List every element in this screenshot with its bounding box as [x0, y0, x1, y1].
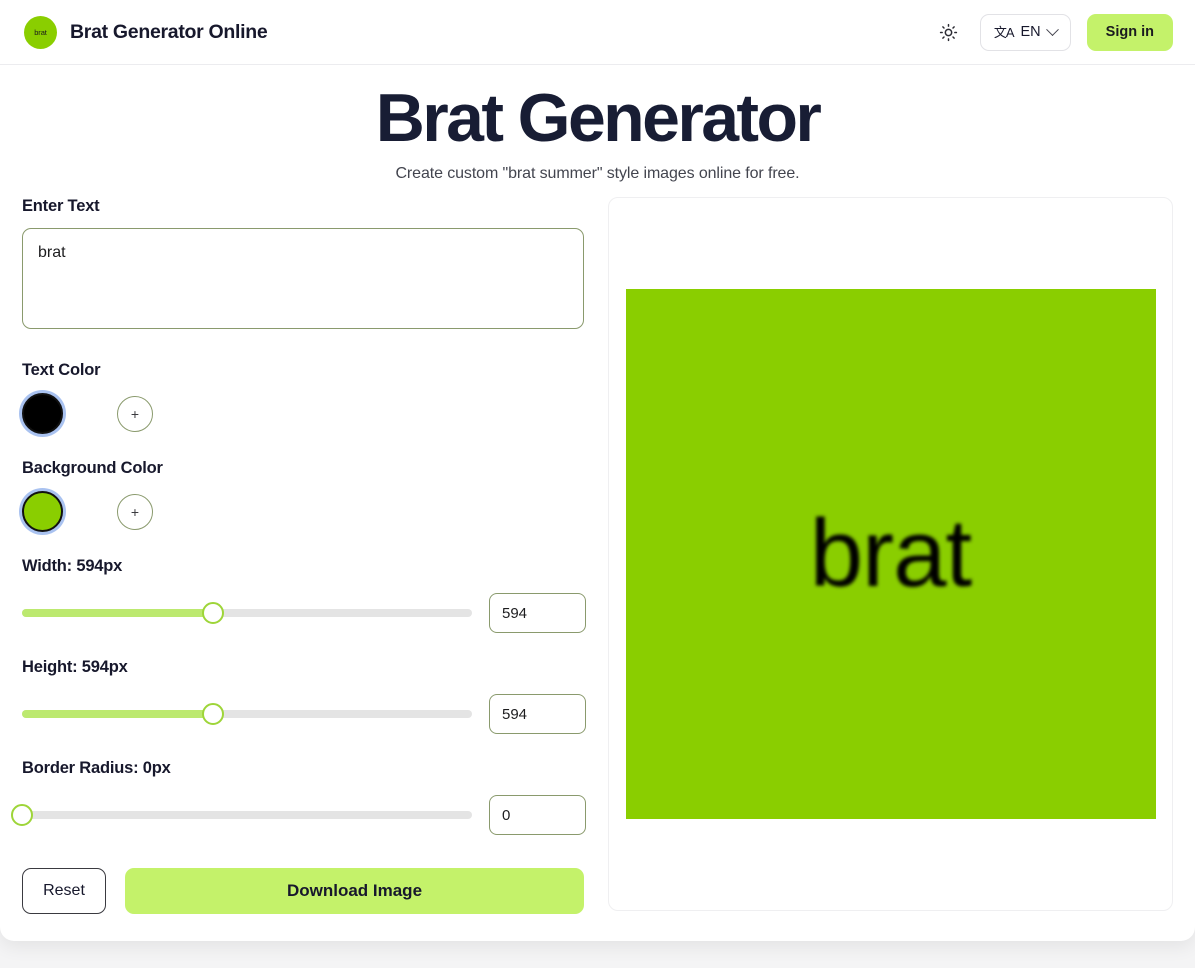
page-title: Brat Generator	[375, 80, 822, 156]
height-number-input[interactable]	[489, 694, 586, 735]
main-content: Enter Text Text Color + Background Color…	[0, 197, 1195, 940]
background-color-swatch[interactable]	[22, 491, 63, 533]
brat-logo-icon: brat	[24, 15, 57, 49]
width-slider-fill	[22, 609, 213, 618]
text-input[interactable]	[22, 228, 584, 330]
height-slider-fill	[22, 710, 213, 719]
header-actions: 文A EN Sign in	[934, 13, 1173, 51]
translate-icon: 文A	[993, 24, 1015, 40]
hero-section: Brat Generator Create custom "brat summe…	[0, 65, 1195, 197]
width-slider[interactable]	[22, 602, 472, 625]
text-color-swatch[interactable]	[22, 393, 63, 435]
page-subtitle: Create custom "brat summer" style images…	[395, 165, 800, 183]
brand-title: Brat Generator Online	[70, 20, 268, 43]
language-selector[interactable]: 文A EN	[979, 13, 1071, 51]
width-slider-thumb[interactable]	[201, 602, 224, 625]
border-radius-slider-row	[11, 795, 586, 836]
border-radius-label: Border Radius: 0px	[22, 759, 171, 778]
width-slider-row	[22, 593, 586, 634]
width-number-input[interactable]	[489, 593, 586, 634]
enter-text-label: Enter Text	[22, 197, 100, 216]
text-color-swatches: +	[22, 393, 584, 435]
border-radius-slider[interactable]	[11, 804, 472, 827]
download-image-button[interactable]: Download Image	[125, 868, 584, 915]
width-label: Width: 594px	[22, 557, 123, 576]
height-slider-thumb[interactable]	[201, 703, 224, 726]
add-text-color-button[interactable]: +	[117, 395, 153, 432]
preview-panel: brat	[608, 197, 1173, 912]
background-color-swatches: +	[22, 491, 584, 533]
width-group: Width: 594px	[22, 557, 586, 634]
border-radius-group: Border Radius: 0px	[11, 759, 586, 836]
logo-label: brat	[34, 27, 47, 37]
sun-icon	[940, 23, 958, 41]
bg-color-group: Background Color +	[22, 459, 584, 533]
brand[interactable]: brat Brat Generator Online	[24, 15, 268, 49]
chevron-down-icon	[1045, 22, 1059, 36]
app-header: brat Brat Generator Online 文A EN Sign in	[0, 0, 1195, 65]
add-background-color-button[interactable]: +	[117, 493, 153, 530]
text-color-label: Text Color	[22, 361, 101, 380]
height-slider-row	[22, 694, 586, 735]
controls-panel: Enter Text Text Color + Background Color…	[11, 197, 586, 915]
theme-toggle-button[interactable]	[934, 17, 964, 47]
brat-image-canvas[interactable]: brat	[625, 289, 1156, 820]
height-group: Height: 594px	[22, 658, 586, 735]
preview-card: brat	[608, 197, 1173, 912]
action-buttons: Reset Download Image	[22, 868, 584, 915]
page-card: brat Brat Generator Online 文A EN Sign in…	[0, 0, 1195, 941]
reset-button[interactable]: Reset	[22, 868, 106, 915]
sign-in-button[interactable]: Sign in	[1086, 13, 1173, 51]
language-value: EN	[1020, 24, 1041, 40]
border-radius-slider-track	[22, 811, 472, 820]
background-color-label: Background Color	[22, 459, 163, 478]
text-color-group: Text Color +	[22, 361, 584, 435]
height-slider[interactable]	[22, 703, 472, 726]
height-label: Height: 594px	[22, 658, 128, 677]
border-radius-slider-thumb[interactable]	[11, 804, 33, 827]
brat-preview-text: brat	[809, 500, 972, 608]
border-radius-number-input[interactable]	[489, 795, 586, 836]
